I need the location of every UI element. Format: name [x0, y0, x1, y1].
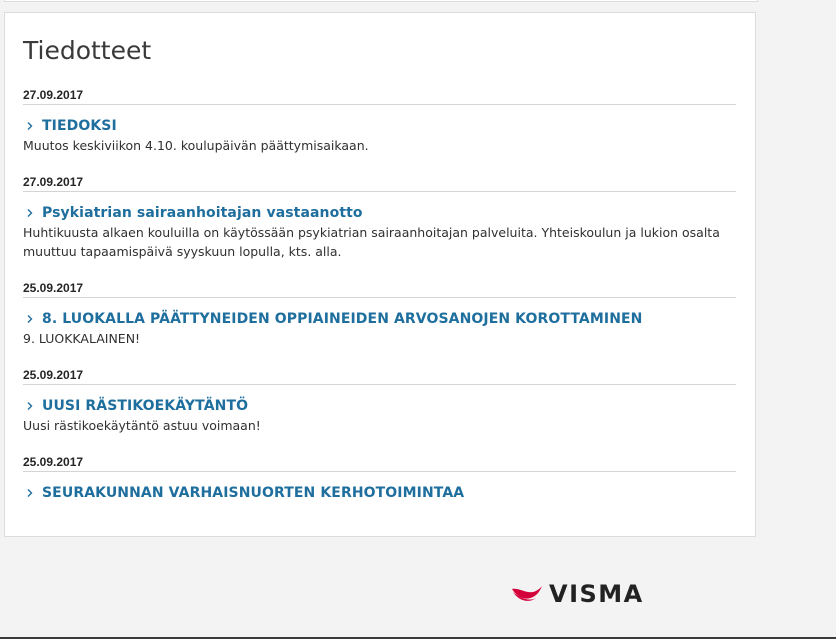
news-item: 25.09.2017 SEURAKUNNAN VARHAISNUORTEN KE… [23, 454, 736, 502]
news-header[interactable]: TIEDOKSI [23, 117, 736, 135]
news-item: 25.09.2017 UUSI RÄSTIKOEKÄYTÄNTÖ Uusi rä… [23, 367, 736, 435]
news-header[interactable]: Psykiatrian sairaanhoitajan vastaanotto [23, 204, 736, 222]
news-header[interactable]: SEURAKUNNAN VARHAISNUORTEN KERHOTOIMINTA… [23, 484, 736, 502]
news-date: 25.09.2017 [23, 367, 736, 385]
chevron-right-icon [27, 402, 33, 410]
news-item: 27.09.2017 Psykiatrian sairaanhoitajan v… [23, 174, 736, 261]
previous-card-edge [4, 0, 758, 2]
news-title-link[interactable]: TIEDOKSI [42, 117, 117, 135]
news-date: 25.09.2017 [23, 454, 736, 472]
news-date: 25.09.2017 [23, 280, 736, 298]
news-summary: Muutos keskiviikon 4.10. koulupäivän pää… [23, 138, 369, 153]
visma-logo-text: VISMA [549, 580, 644, 608]
news-summary: Uusi rästikoekäytäntö astuu voimaan! [23, 418, 261, 433]
chevron-right-icon [27, 209, 33, 217]
news-title-link[interactable]: Psykiatrian sairaanhoitajan vastaanotto [42, 204, 363, 222]
news-list: 27.09.2017 TIEDOKSI Muutos keskiviikon 4… [23, 87, 736, 502]
page-title: Tiedotteet [23, 36, 152, 65]
news-summary: Huhtikuusta alkaen kouluilla on käytössä… [23, 225, 720, 259]
news-item: 27.09.2017 TIEDOKSI Muutos keskiviikon 4… [23, 87, 736, 155]
chevron-right-icon [27, 315, 33, 323]
news-summary: 9. LUOKKALAINEN! [23, 331, 141, 346]
chevron-right-icon [27, 489, 33, 497]
news-date: 27.09.2017 [23, 87, 736, 105]
news-header[interactable]: 8. LUOKALLA PÄÄTTYNEIDEN OPPIAINEIDEN AR… [23, 310, 736, 328]
news-title-link[interactable]: 8. LUOKALLA PÄÄTTYNEIDEN OPPIAINEIDEN AR… [42, 310, 643, 328]
news-title-link[interactable]: UUSI RÄSTIKOEKÄYTÄNTÖ [42, 397, 248, 415]
news-item: 25.09.2017 8. LUOKALLA PÄÄTTYNEIDEN OPPI… [23, 280, 736, 348]
news-header[interactable]: UUSI RÄSTIKOEKÄYTÄNTÖ [23, 397, 736, 415]
news-title-link[interactable]: SEURAKUNNAN VARHAISNUORTEN KERHOTOIMINTA… [42, 484, 464, 502]
news-date: 27.09.2017 [23, 174, 736, 192]
news-card: Tiedotteet 27.09.2017 TIEDOKSI Muutos ke… [4, 12, 756, 537]
visma-logo: VISMA [511, 580, 644, 608]
chevron-right-icon [27, 122, 33, 130]
visma-logo-icon [512, 586, 542, 601]
